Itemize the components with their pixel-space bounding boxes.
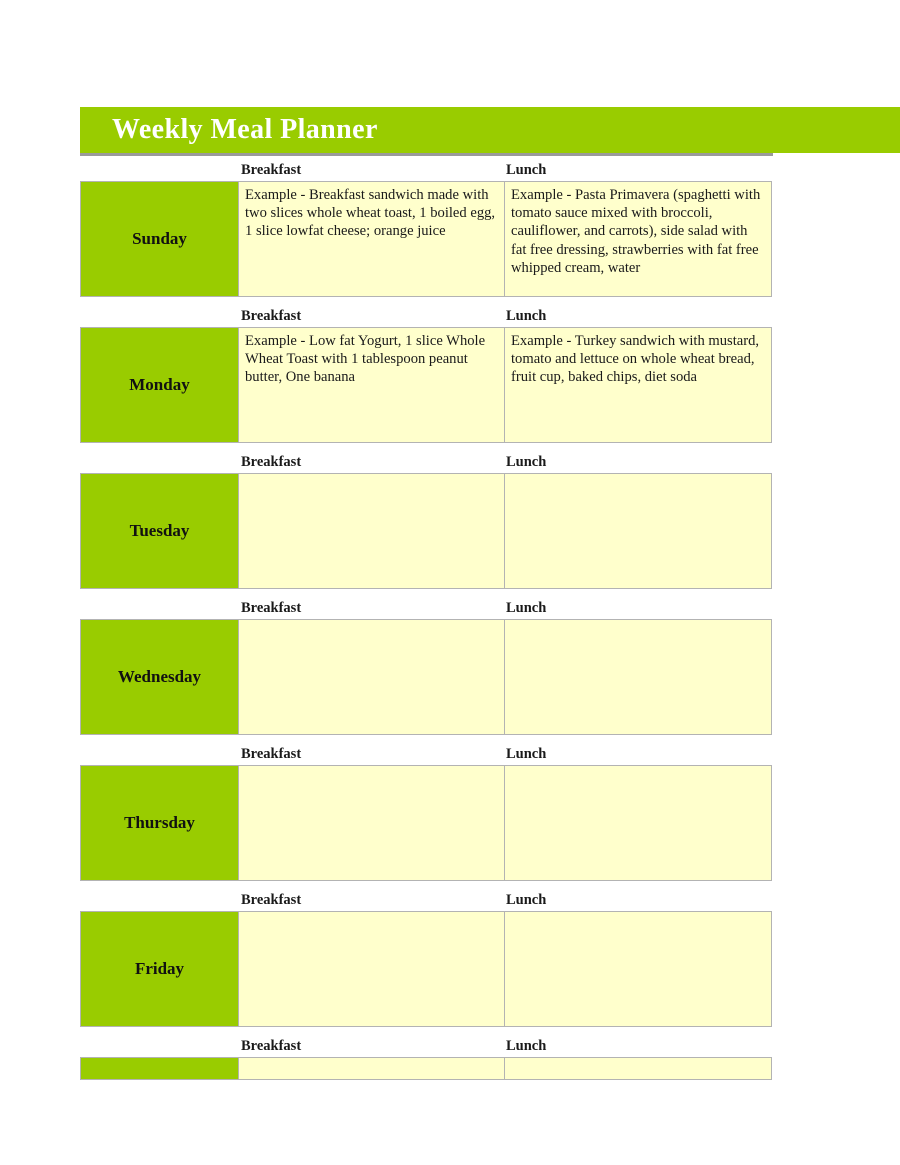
column-header-lunch: Lunch bbox=[506, 454, 547, 470]
lunch-cell-clipped[interactable] bbox=[504, 1057, 772, 1080]
table-row: Tuesday bbox=[80, 473, 773, 589]
page-canvas: Weekly Meal Planner Breakfast Lunch Sund… bbox=[0, 0, 900, 1165]
column-header-row: Breakfast Lunch bbox=[80, 160, 773, 181]
day-block-tuesday: Breakfast Lunch Tuesday bbox=[80, 452, 773, 589]
title-divider-rule bbox=[80, 153, 773, 156]
breakfast-cell-monday[interactable]: Example - Low fat Yogurt, 1 slice Whole … bbox=[238, 327, 505, 443]
column-header-breakfast: Breakfast bbox=[241, 892, 302, 908]
column-header-breakfast: Breakfast bbox=[241, 454, 302, 470]
day-label-clipped bbox=[80, 1057, 239, 1080]
lunch-cell-wednesday[interactable] bbox=[504, 619, 772, 735]
day-block-thursday: Breakfast Lunch Thursday bbox=[80, 744, 773, 881]
table-row: Friday bbox=[80, 911, 773, 1027]
column-header-lunch: Lunch bbox=[506, 892, 547, 908]
day-label-sunday: Sunday bbox=[80, 181, 239, 297]
column-header-row: Breakfast Lunch bbox=[80, 890, 773, 911]
lunch-cell-friday[interactable] bbox=[504, 911, 772, 1027]
column-header-breakfast: Breakfast bbox=[241, 600, 302, 616]
title-banner: Weekly Meal Planner bbox=[80, 107, 900, 153]
column-header-lunch: Lunch bbox=[506, 162, 547, 178]
column-header-breakfast: Breakfast bbox=[241, 746, 302, 762]
table-row: Monday Example - Low fat Yogurt, 1 slice… bbox=[80, 327, 773, 443]
column-header-lunch: Lunch bbox=[506, 308, 547, 324]
page-title: Weekly Meal Planner bbox=[112, 114, 378, 145]
breakfast-cell-thursday[interactable] bbox=[238, 765, 505, 881]
column-header-breakfast: Breakfast bbox=[241, 162, 302, 178]
column-header-row: Breakfast Lunch bbox=[80, 598, 773, 619]
day-label-tuesday: Tuesday bbox=[80, 473, 239, 589]
lunch-cell-tuesday[interactable] bbox=[504, 473, 772, 589]
table-row bbox=[80, 1057, 773, 1080]
day-block-sunday: Breakfast Lunch Sunday Example - Breakfa… bbox=[80, 160, 773, 297]
day-label-thursday: Thursday bbox=[80, 765, 239, 881]
column-header-row: Breakfast Lunch bbox=[80, 1036, 773, 1057]
column-header-lunch: Lunch bbox=[506, 600, 547, 616]
column-header-row: Breakfast Lunch bbox=[80, 452, 773, 473]
breakfast-cell-sunday[interactable]: Example - Breakfast sandwich made with t… bbox=[238, 181, 505, 297]
day-label-wednesday: Wednesday bbox=[80, 619, 239, 735]
weekly-meal-planner-table: Breakfast Lunch Sunday Example - Breakfa… bbox=[80, 160, 773, 1089]
lunch-cell-thursday[interactable] bbox=[504, 765, 772, 881]
day-block-wednesday: Breakfast Lunch Wednesday bbox=[80, 598, 773, 735]
breakfast-cell-tuesday[interactable] bbox=[238, 473, 505, 589]
breakfast-cell-wednesday[interactable] bbox=[238, 619, 505, 735]
lunch-cell-monday[interactable]: Example - Turkey sandwich with mustard, … bbox=[504, 327, 772, 443]
breakfast-cell-friday[interactable] bbox=[238, 911, 505, 1027]
day-block-clipped: Breakfast Lunch bbox=[80, 1036, 773, 1080]
day-block-monday: Breakfast Lunch Monday Example - Low fat… bbox=[80, 306, 773, 443]
table-row: Thursday bbox=[80, 765, 773, 881]
lunch-cell-sunday[interactable]: Example - Pasta Primavera (spaghetti wit… bbox=[504, 181, 772, 297]
column-header-lunch: Lunch bbox=[506, 746, 547, 762]
day-label-monday: Monday bbox=[80, 327, 239, 443]
column-header-row: Breakfast Lunch bbox=[80, 306, 773, 327]
column-header-breakfast: Breakfast bbox=[241, 1038, 302, 1054]
day-block-friday: Breakfast Lunch Friday bbox=[80, 890, 773, 1027]
table-row: Sunday Example - Breakfast sandwich made… bbox=[80, 181, 773, 297]
column-header-breakfast: Breakfast bbox=[241, 308, 302, 324]
breakfast-cell-clipped[interactable] bbox=[238, 1057, 505, 1080]
table-row: Wednesday bbox=[80, 619, 773, 735]
column-header-row: Breakfast Lunch bbox=[80, 744, 773, 765]
day-label-friday: Friday bbox=[80, 911, 239, 1027]
column-header-lunch: Lunch bbox=[506, 1038, 547, 1054]
